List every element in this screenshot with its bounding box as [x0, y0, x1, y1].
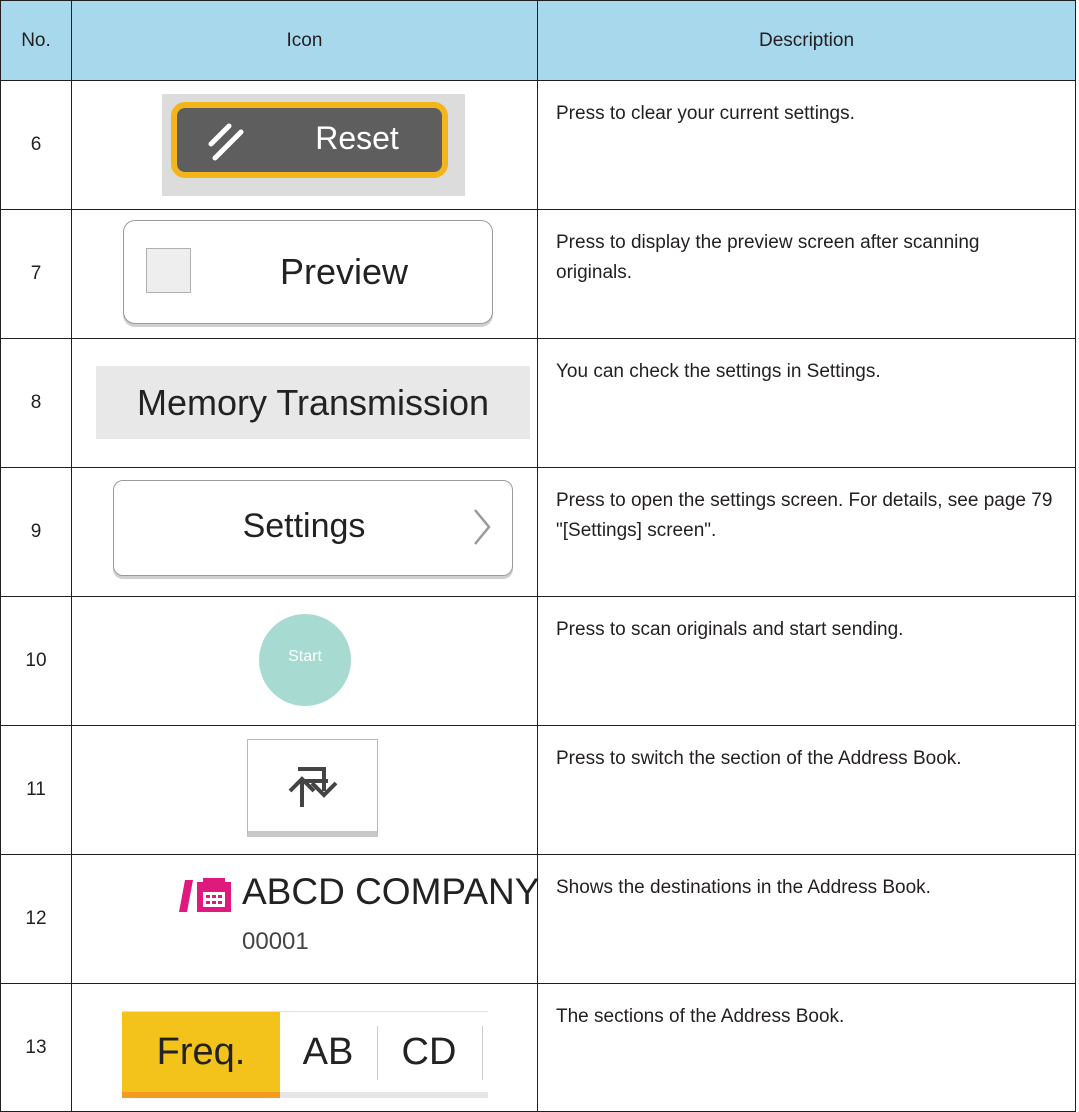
switch-arrows-icon — [288, 766, 338, 807]
destination-name: ABCD COMPANY — [242, 870, 540, 912]
icon-cell: Settings — [71, 467, 538, 597]
chevron-right-icon — [474, 508, 491, 545]
address-book-section-tabs: Freq. AB CD — [122, 1011, 488, 1099]
table-row: 9 Settings Press to open the settings sc… — [0, 467, 1076, 597]
tab-baseline — [280, 1092, 488, 1098]
header-description: Description — [537, 0, 1076, 81]
row-description: Shows the destinations in the Address Bo… — [537, 854, 1076, 984]
active-tab-indicator — [122, 1092, 280, 1098]
reset-icon — [208, 123, 244, 160]
row-number: 13 — [0, 983, 72, 1112]
row-number: 7 — [0, 209, 72, 339]
settings-label: Settings — [242, 506, 366, 545]
row-number: 6 — [0, 80, 72, 210]
fax-icon — [179, 877, 231, 912]
icon-cell: Reset — [71, 80, 538, 210]
memory-transmission-indicator: Memory Transmission — [96, 365, 530, 439]
start-button[interactable]: Start — [259, 613, 351, 706]
icon-cell: ABCD COMPANY 00001 — [71, 854, 540, 984]
table-row: 7 Preview Press to display the preview s… — [0, 209, 1076, 339]
row-number: 8 — [0, 338, 72, 468]
destination-entry[interactable]: ABCD COMPANY 00001 — [72, 856, 540, 983]
table-row: 6 Reset Press to clear your current sett… — [0, 80, 1076, 210]
icon-cell: Freq. AB CD — [71, 983, 538, 1112]
row-description: Press to display the preview screen afte… — [537, 209, 1076, 339]
table-row: 13 Freq. AB CD The sections of the Addre… — [0, 983, 1076, 1112]
icon-cell: Preview — [71, 209, 538, 339]
row-number: 12 — [0, 854, 72, 984]
row-number: 11 — [0, 725, 72, 855]
row-description: Press to switch the section of the Addre… — [537, 725, 1076, 855]
row-description: Press to open the settings screen. For d… — [537, 467, 1076, 597]
row-description: Press to clear your current settings. — [537, 80, 1076, 210]
icon-cell — [71, 725, 538, 855]
reset-label: Reset — [315, 119, 399, 156]
preview-button[interactable]: Preview — [123, 219, 493, 324]
tab-divider — [482, 1026, 483, 1080]
table-row: 11 Press to switch the section of the Ad… — [0, 725, 1076, 855]
preview-label: Preview — [279, 250, 409, 292]
tab-freq[interactable]: Freq. — [122, 1012, 280, 1092]
row-description: The sections of the Address Book. — [537, 983, 1076, 1112]
icon-cell: Memory Transmission — [71, 338, 538, 468]
row-number: 9 — [0, 467, 72, 597]
tab-cd[interactable]: CD — [378, 1012, 480, 1092]
table-row: 12 ABCD COMPANY 00001 Shows the destinat… — [0, 854, 1076, 984]
row-description: Press to scan originals and start sendin… — [537, 596, 1076, 726]
tab-ab[interactable]: AB — [280, 1012, 376, 1092]
destination-number: 00001 — [242, 927, 309, 955]
table-row: 8 Memory Transmission You can check the … — [0, 338, 1076, 468]
table-header-row: No. Icon Description — [0, 0, 1076, 81]
row-number: 10 — [0, 596, 72, 726]
icon-cell: Start — [71, 596, 538, 726]
row-description: You can check the settings in Settings. — [537, 338, 1076, 468]
table-row: 10 Start Press to scan originals and sta… — [0, 596, 1076, 726]
checkbox-icon[interactable] — [146, 247, 191, 293]
start-label: Start — [288, 647, 322, 665]
header-icon: Icon — [71, 0, 538, 81]
icon-description-table: No. Icon Description 6 Reset Press to cl… — [0, 0, 1076, 1112]
memory-transmission-label: Memory Transmission — [136, 381, 490, 423]
header-no: No. — [0, 0, 72, 81]
switch-section-button[interactable] — [247, 738, 378, 837]
reset-button[interactable]: Reset — [171, 101, 448, 178]
settings-button[interactable]: Settings — [113, 479, 513, 576]
